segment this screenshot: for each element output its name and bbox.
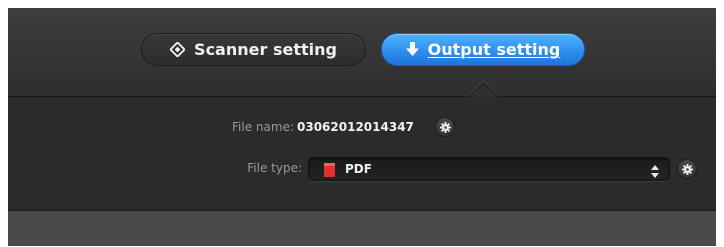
output-form bbox=[8, 97, 716, 210]
file-name-settings-button[interactable] bbox=[435, 117, 455, 137]
file-type-settings-button[interactable] bbox=[677, 159, 697, 179]
gear-icon bbox=[681, 160, 693, 179]
download-arrow-icon bbox=[405, 42, 419, 57]
output-settings-panel: Scanner setting Output setting File name… bbox=[8, 8, 716, 246]
file-type-select[interactable]: PDF bbox=[308, 157, 670, 181]
diamond-icon bbox=[170, 42, 186, 57]
pdf-file-icon bbox=[324, 162, 335, 177]
bottom-panel bbox=[8, 210, 716, 246]
file-name-label: File name: bbox=[232, 120, 294, 134]
file-type-label: File type: bbox=[247, 161, 302, 175]
file-name-value[interactable]: 03062012014347 bbox=[297, 120, 414, 134]
tab-output-setting[interactable]: Output setting bbox=[381, 33, 585, 66]
settings-tab-bar: Scanner setting Output setting bbox=[8, 8, 716, 96]
tab-scanner-label: Scanner setting bbox=[194, 40, 337, 59]
gear-icon bbox=[439, 118, 451, 137]
tab-scanner-setting[interactable]: Scanner setting bbox=[141, 33, 366, 66]
file-type-value: PDF bbox=[345, 162, 372, 176]
tab-output-label: Output setting bbox=[427, 40, 561, 59]
up-down-arrows-icon bbox=[651, 163, 659, 178]
